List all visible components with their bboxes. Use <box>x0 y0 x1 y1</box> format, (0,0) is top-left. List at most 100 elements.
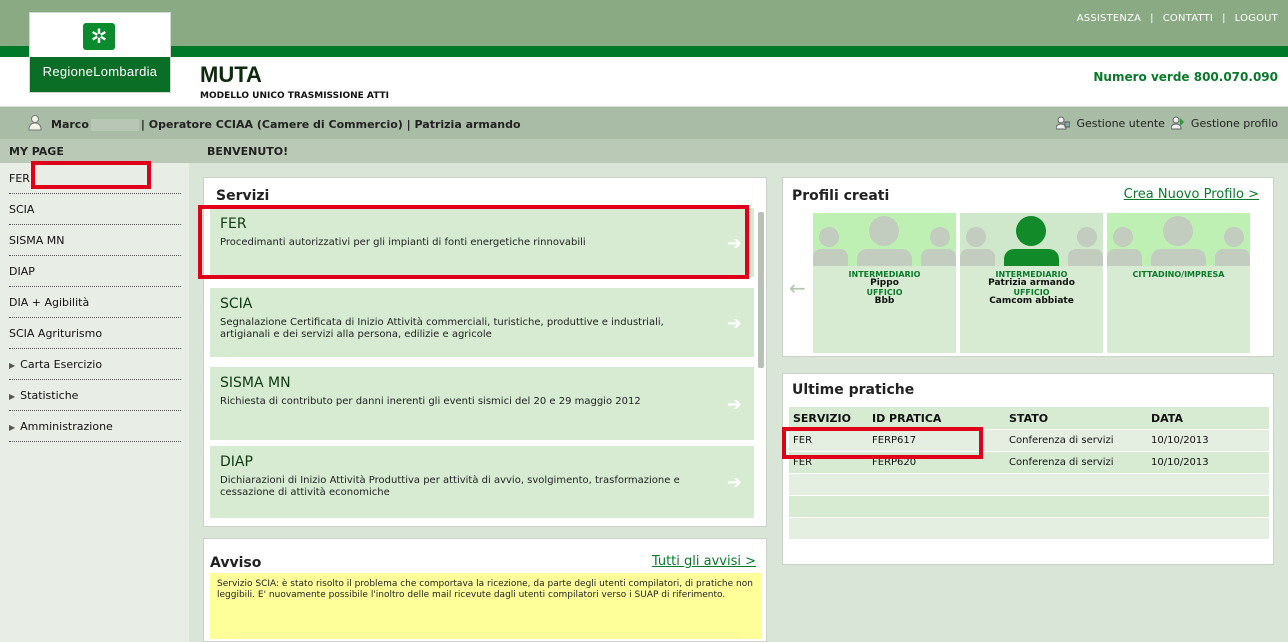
expand-triangle-icon: ▶ <box>9 361 16 370</box>
highlight-sidebar-fer <box>31 161 151 189</box>
profile-office: Bbb <box>874 296 895 306</box>
sidebar-header: MY PAGE <box>0 139 189 163</box>
table-cell: Conferenza di servizi <box>1009 435 1114 446</box>
table-row-empty <box>789 517 1269 539</box>
create-profile-link[interactable]: Crea Nuovo Profilo > <box>1124 187 1259 202</box>
sidebar-item-diap[interactable]: DIAP <box>9 256 181 287</box>
logout-link[interactable]: LOGOUT <box>1235 13 1278 24</box>
user-icon <box>28 115 42 131</box>
sidebar-item-label: DIAP <box>9 265 35 278</box>
user-bar: Marco | Operatore CCIAA (Camere di Commer… <box>0 106 1288 139</box>
sidebar: FER SCIA SISMA MN DIAP DIA + Agibilità S… <box>0 163 189 642</box>
redacted-name <box>90 119 139 131</box>
sidebar-item-dia-agibilita[interactable]: DIA + Agibilità <box>9 287 181 318</box>
contatti-link[interactable]: CONTATTI <box>1163 13 1213 24</box>
highlight-practice-ferp617 <box>782 427 983 459</box>
service-description: Segnalazione Certificata di Inizio Attiv… <box>220 317 664 340</box>
sidebar-item-scia-agriturismo[interactable]: SCIA Agriturismo <box>9 318 181 349</box>
arrow-left-icon[interactable]: ← <box>789 276 806 300</box>
table-cell: 10/10/2013 <box>1151 435 1209 446</box>
region-logo[interactable]: ✲ RegioneLombardia <box>29 12 171 93</box>
expand-triangle-icon: ▶ <box>9 423 16 432</box>
profile-card-active[interactable]: INTERMEDIARIO Patrizia armando UFFICIO C… <box>960 213 1103 353</box>
sidebar-item-carta-esercizio[interactable]: ▶ Carta Esercizio <box>9 349 181 380</box>
table-cell: 10/10/2013 <box>1151 457 1209 468</box>
highlight-service-fer <box>198 205 749 279</box>
recent-practices-title: Ultime pratiche <box>792 382 915 398</box>
user-actions: Gestione utente Gestione profilo <box>1056 116 1278 130</box>
profiles-panel: Profili creati Crea Nuovo Profilo > ← IN… <box>782 177 1274 357</box>
separator: | <box>1222 13 1226 24</box>
user-first-name: Marco <box>51 118 89 131</box>
profile-name: Pippo <box>870 278 899 288</box>
arrow-right-icon: ➔ <box>726 472 742 493</box>
service-name: DIAP <box>220 454 253 470</box>
profile-card[interactable]: CITTADINO/IMPRESA <box>1107 213 1250 353</box>
sidebar-title: MY PAGE <box>9 145 64 158</box>
profile-avatar <box>1107 213 1250 266</box>
sidebar-item-statistiche[interactable]: ▶ Statistiche <box>9 380 181 411</box>
notice-title: Avviso <box>210 555 262 571</box>
service-description: Dichiarazioni di Inizio Attività Produtt… <box>220 475 680 498</box>
gestione-utente-link[interactable]: Gestione utente <box>1076 117 1164 130</box>
rosa-camuna-icon: ✲ <box>83 23 115 50</box>
logo-top: ✲ <box>30 13 170 57</box>
profile-name: Patrizia armando <box>988 278 1075 288</box>
column-header: DATA <box>1151 412 1183 425</box>
table-row-empty <box>789 495 1269 517</box>
user-info: Marco | Operatore CCIAA (Camere di Commer… <box>51 118 521 131</box>
sidebar-item-scia[interactable]: SCIA <box>9 194 181 225</box>
sidebar-item-amministrazione[interactable]: ▶ Amministrazione <box>9 411 181 442</box>
profile-details: INTERMEDIARIO Patrizia armando UFFICIO C… <box>960 270 1103 306</box>
recent-practices-panel: Ultime pratiche SERVIZIO ID PRATICA STAT… <box>782 373 1274 565</box>
assistenza-link[interactable]: ASSISTENZA <box>1077 13 1141 24</box>
toll-free-number: Numero verde 800.070.090 <box>1093 70 1278 84</box>
table-cell: Conferenza di servizi <box>1009 457 1114 468</box>
column-header: STATO <box>1009 412 1049 425</box>
service-name: SCIA <box>220 296 253 312</box>
column-header: ID PRATICA <box>872 412 942 425</box>
app-subtitle: MODELLO UNICO TRASMISSIONE ATTI <box>200 91 390 101</box>
gestione-utente-icon <box>1056 116 1071 130</box>
main-header: BENVENUTO! <box>189 139 1288 163</box>
profile-role: CITTADINO/IMPRESA <box>1132 270 1225 279</box>
service-card-sisma-mn[interactable]: SISMA MN Richiesta di contributo per dan… <box>210 367 754 440</box>
profile-card[interactable]: INTERMEDIARIO Pippo UFFICIO Bbb <box>813 213 956 353</box>
profile-avatar <box>813 213 956 266</box>
gestione-profilo-icon <box>1170 116 1184 130</box>
arrow-right-icon: ➔ <box>726 312 742 334</box>
sidebar-item-label: FER <box>9 172 30 185</box>
profiles-title: Profili creati <box>792 188 890 204</box>
app-title: MUTA <box>200 62 262 87</box>
services-scrollbar[interactable] <box>758 212 764 368</box>
sidebar-item-label: Amministrazione <box>20 420 113 433</box>
column-header: SERVIZIO <box>793 412 851 425</box>
logo-text: RegioneLombardia <box>42 64 158 79</box>
services-title: Servizi <box>216 188 270 204</box>
sidebar-item-label: Carta Esercizio <box>20 358 103 371</box>
top-bar: ASSISTENZA | CONTATTI | LOGOUT <box>0 0 1288 46</box>
service-card-scia[interactable]: SCIA Segnalazione Certificata di Inizio … <box>210 288 754 357</box>
profile-details: CITTADINO/IMPRESA <box>1107 270 1250 279</box>
welcome-title: BENVENUTO! <box>207 145 289 158</box>
service-card-diap[interactable]: DIAP Dichiarazioni di Inizio Attività Pr… <box>210 446 754 518</box>
notice-panel: Avviso Tutti gli avvisi > Servizio SCIA:… <box>203 538 767 642</box>
sidebar-item-label: SISMA MN <box>9 234 65 247</box>
profile-office: Camcom abbiate <box>989 296 1074 306</box>
table-header: SERVIZIO ID PRATICA STATO DATA <box>789 407 1269 429</box>
all-notices-link[interactable]: Tutti gli avvisi > <box>652 554 756 569</box>
table-row-empty <box>789 473 1269 495</box>
arrow-right-icon: ➔ <box>726 393 742 415</box>
expand-triangle-icon: ▶ <box>9 392 16 401</box>
profile-avatar <box>960 213 1103 266</box>
service-name: SISMA MN <box>220 375 291 391</box>
user-role: | Operatore CCIAA (Camere di Commercio) … <box>140 118 521 131</box>
notice-body: Servizio SCIA: è stato risolto il proble… <box>210 573 762 639</box>
sidebar-item-sisma-mn[interactable]: SISMA MN <box>9 225 181 256</box>
gestione-profilo-link[interactable]: Gestione profilo <box>1191 117 1278 130</box>
profile-details: INTERMEDIARIO Pippo UFFICIO Bbb <box>813 270 956 306</box>
sidebar-item-label: SCIA Agriturismo <box>9 327 103 340</box>
sidebar-item-label: SCIA <box>9 203 35 216</box>
separator: | <box>1150 13 1154 24</box>
sidebar-item-label: Statistiche <box>20 389 79 402</box>
